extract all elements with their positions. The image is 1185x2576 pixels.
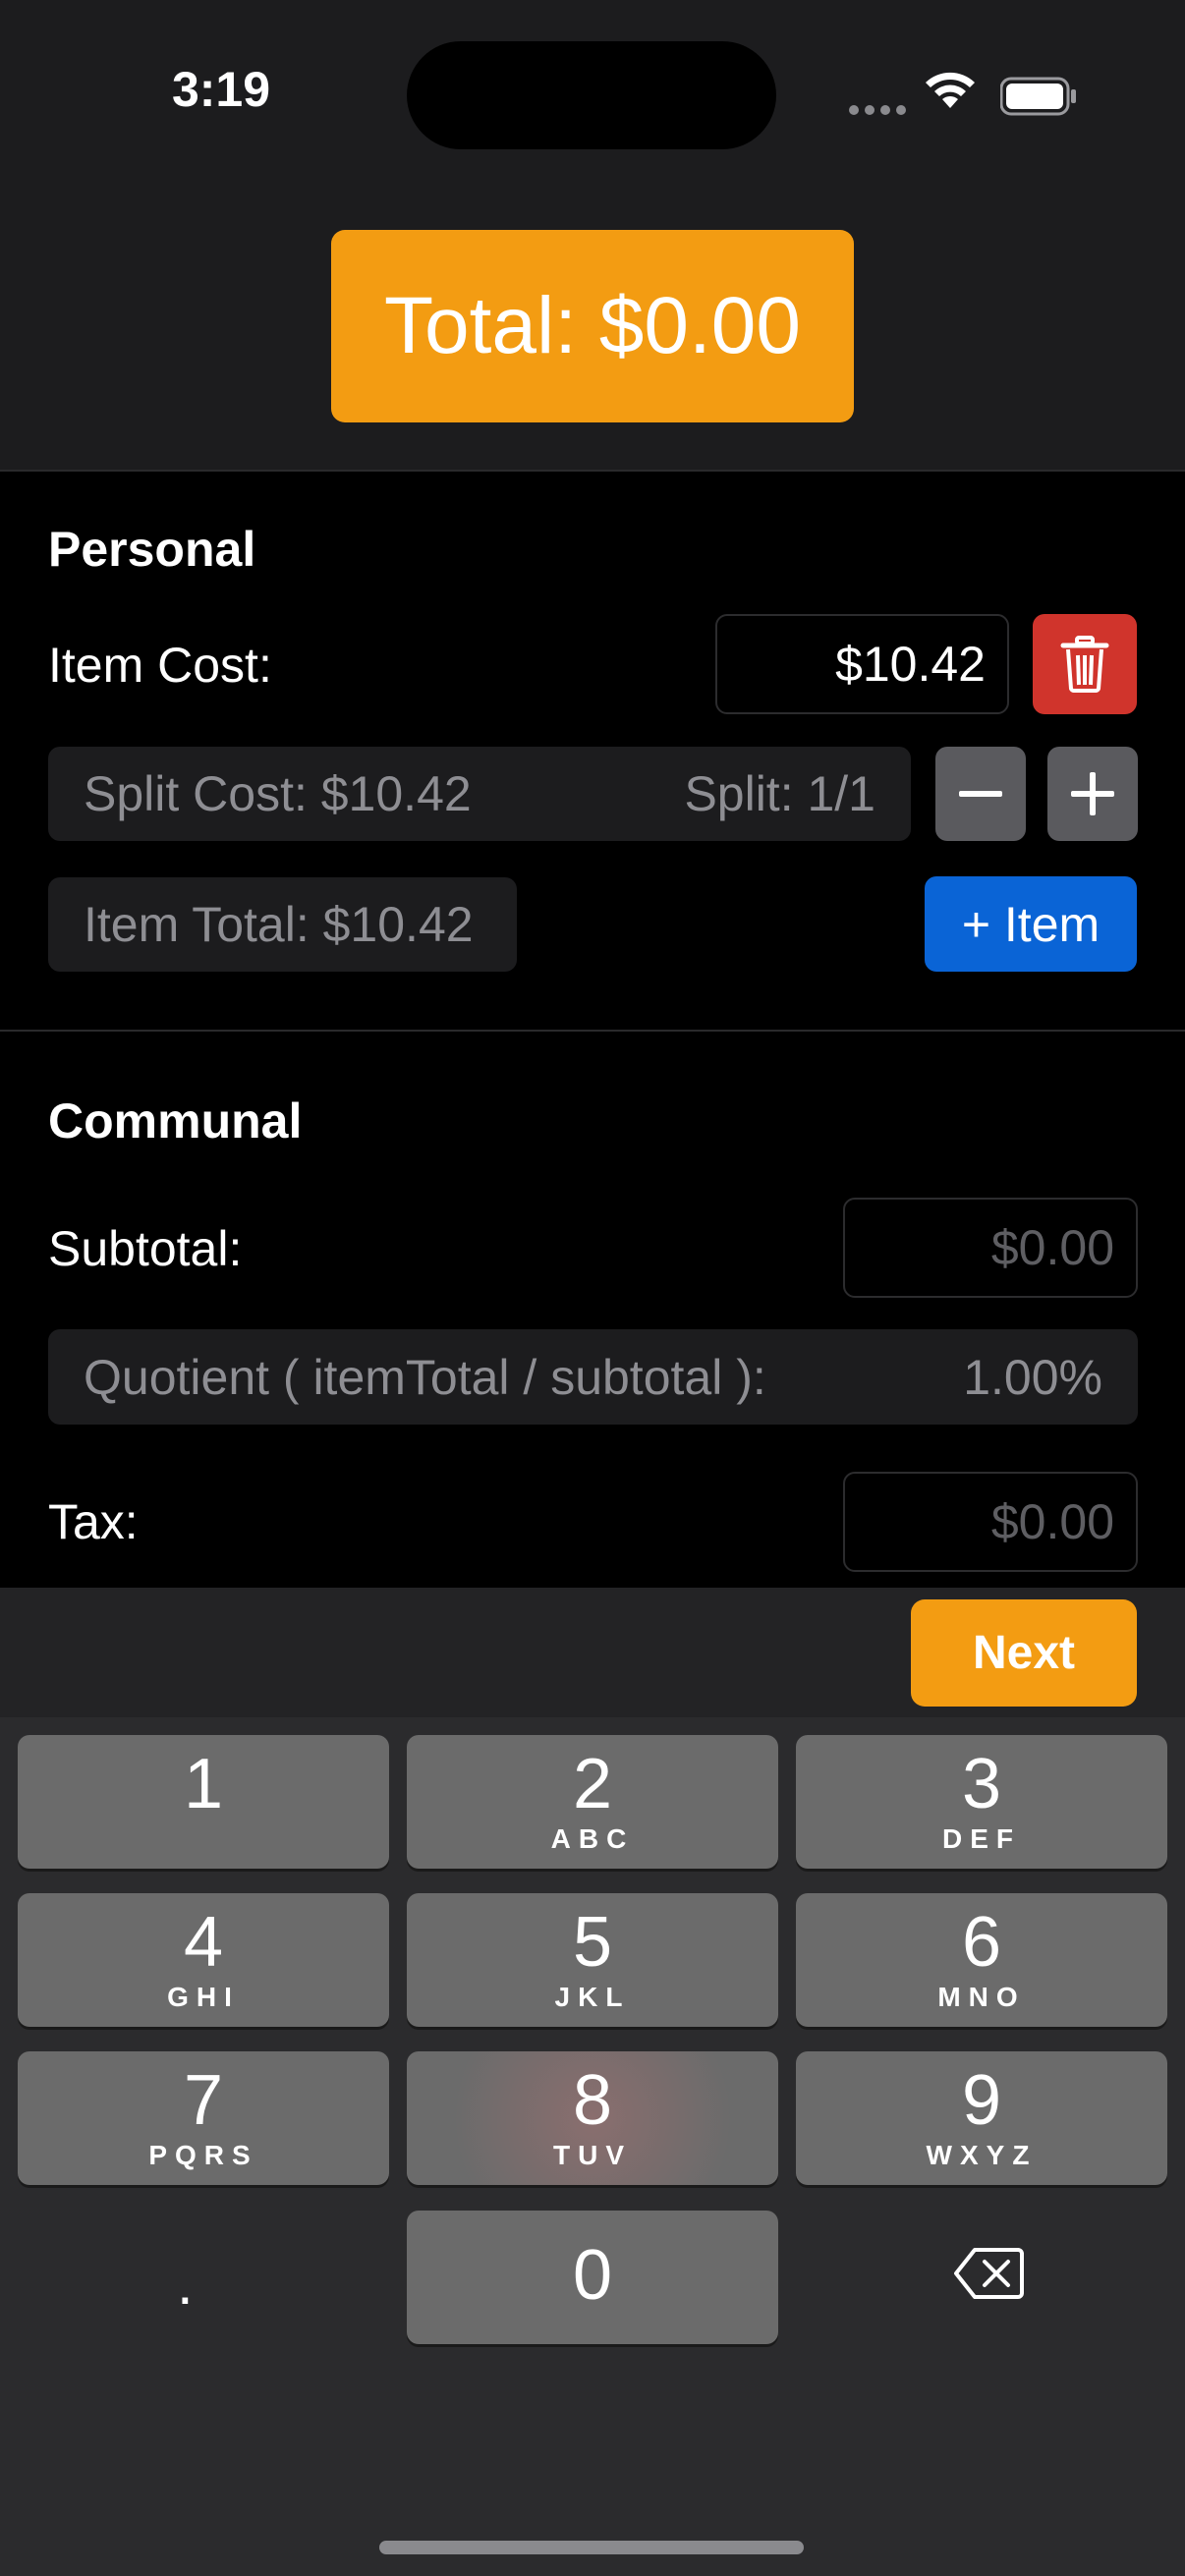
key-2[interactable]: 2 ABC <box>407 1735 778 1869</box>
key-5[interactable]: 5 JKL <box>407 1893 778 2027</box>
backspace-icon <box>954 2248 1024 2299</box>
wifi-icon <box>922 69 979 115</box>
item-total-text: Item Total: $10.42 <box>84 897 474 952</box>
key-digit: 9 <box>961 2061 1002 2140</box>
battery-icon <box>999 77 1076 116</box>
key-9[interactable]: 9 WXYZ <box>796 2051 1167 2185</box>
key-8[interactable]: 8 TUV <box>407 2051 778 2185</box>
key-digit: 4 <box>183 1903 224 1982</box>
key-digit: 7 <box>183 2061 224 2140</box>
quotient-label: Quotient ( itemTotal / subtotal ): <box>84 1349 766 1405</box>
communal-section-title: Communal <box>48 1093 303 1148</box>
key-letters: JKL <box>554 1982 631 2012</box>
subtotal-label: Subtotal: <box>48 1221 243 1276</box>
key-letters: ABC <box>550 1823 635 1854</box>
key-decimal[interactable]: . <box>177 2250 194 2318</box>
key-letters: GHI <box>167 1982 240 2012</box>
next-button[interactable]: Next <box>911 1599 1137 1707</box>
tax-input[interactable]: $0.00 <box>843 1472 1138 1572</box>
key-digit: 8 <box>572 2061 613 2140</box>
split-cost-box: Split Cost: $10.42 Split: 1/1 <box>48 747 911 841</box>
key-7[interactable]: 7 PQRS <box>18 2051 389 2185</box>
divider <box>0 1030 1185 1032</box>
status-time: 3:19 <box>171 62 271 117</box>
key-digit: 1 <box>183 1745 224 1823</box>
total-button[interactable]: Total: $0.00 <box>331 230 854 422</box>
decrement-split-button[interactable] <box>935 747 1026 841</box>
delete-item-button[interactable] <box>1033 614 1137 714</box>
add-item-button[interactable]: + Item <box>925 876 1137 972</box>
quotient-value: 1.00% <box>963 1349 1102 1405</box>
subtotal-input[interactable]: $0.00 <box>843 1198 1138 1298</box>
cellular-dots-icon <box>849 102 912 120</box>
key-letters: PQRS <box>148 2140 258 2170</box>
key-digit: 5 <box>572 1903 613 1982</box>
key-letters: WXYZ <box>926 2140 1038 2170</box>
key-3[interactable]: 3 DEF <box>796 1735 1167 1869</box>
quotient-box: Quotient ( itemTotal / subtotal ): 1.00% <box>48 1329 1138 1425</box>
key-digit: 6 <box>961 1903 1002 1982</box>
key-letters: DEF <box>942 1823 1021 1854</box>
trash-icon <box>1060 636 1109 693</box>
key-digit: 0 <box>572 2236 613 2315</box>
dynamic-island <box>407 41 776 149</box>
key-digit: 2 <box>572 1745 613 1823</box>
key-0[interactable]: 0 <box>407 2211 778 2344</box>
key-4[interactable]: 4 GHI <box>18 1893 389 2027</box>
item-total-box: Item Total: $10.42 <box>48 877 517 972</box>
personal-section-title: Personal <box>48 522 256 577</box>
divider <box>0 470 1185 472</box>
key-letters: TUV <box>553 2140 632 2170</box>
increment-split-button[interactable] <box>1047 747 1138 841</box>
split-count-text: Split: 1/1 <box>684 766 875 821</box>
key-1[interactable]: 1 <box>18 1735 389 1869</box>
key-letters: MNO <box>937 1982 1026 2012</box>
item-cost-input[interactable]: $10.42 <box>715 614 1009 714</box>
home-indicator[interactable] <box>379 2541 804 2554</box>
plus-icon <box>1071 772 1114 815</box>
backspace-key[interactable] <box>953 2246 1024 2306</box>
key-digit: 3 <box>961 1745 1002 1823</box>
item-cost-label: Item Cost: <box>48 638 272 693</box>
minus-icon <box>959 791 1002 797</box>
tax-label: Tax: <box>48 1494 139 1549</box>
key-6[interactable]: 6 MNO <box>796 1893 1167 2027</box>
split-cost-text: Split Cost: $10.42 <box>84 766 472 821</box>
